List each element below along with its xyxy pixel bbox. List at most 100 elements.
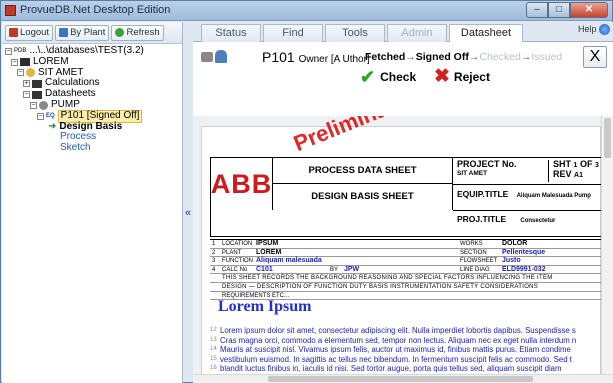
collapse-toggle[interactable]: − [30, 101, 37, 109]
paragraph-line: 15 vestibulum euismod. In sagittis ac tel… [210, 355, 601, 365]
note-line: THIS SHEET RECORDS THE BACKGROUND REASON… [222, 275, 553, 282]
state-signed-off: Signed Off [415, 51, 469, 63]
item-owner: Owner [A Uthor] [298, 54, 370, 65]
tree-node-p101[interactable]: − EQ P101 [Signed Off] [2, 109, 182, 123]
state-issued: Issued [531, 51, 563, 63]
project-number-value: SIT AMET [457, 170, 488, 177]
collapse-toggle[interactable]: − [23, 91, 30, 99]
tab-tools[interactable]: Tools [325, 24, 385, 42]
proj-title-value: Consectetur [520, 218, 556, 224]
collapse-panel-icon[interactable]: « [185, 207, 191, 219]
tree-root[interactable]: − PDB ...\..\databases\TEST(3.2) [2, 45, 182, 57]
collapse-toggle[interactable]: − [37, 112, 44, 120]
tree-node-process[interactable]: Process [2, 132, 182, 143]
tree-node-lorem[interactable]: − LOREM [2, 55, 182, 68]
expand-toggle[interactable]: + [23, 80, 30, 88]
collapse-toggle[interactable]: − [11, 58, 18, 66]
tab-find[interactable]: Find [263, 24, 323, 42]
navigation-panel: Logout By Plant Refresh − PDB ...\..\dat… [2, 22, 183, 383]
of-value: 3 [594, 162, 599, 169]
state-checked: Checked [479, 51, 521, 63]
check-button[interactable]: ✔ Check [360, 68, 416, 86]
tree-node-sketch[interactable]: Sketch [2, 142, 182, 154]
content-panel: Status Find Tools Admin Datasheet Help P… [193, 22, 613, 383]
tab-datasheet[interactable]: Datasheet [449, 24, 523, 43]
owner-icon[interactable] [215, 50, 227, 63]
site-icon [20, 58, 30, 67]
row-number: 1 [212, 241, 216, 247]
folder-icon [32, 90, 42, 99]
scroll-thumb[interactable] [604, 118, 611, 158]
help-icon [599, 24, 610, 36]
line-number: 15 [210, 355, 217, 362]
line-text: vestibulum euismod. In sagittis ac tellu… [220, 354, 572, 364]
field-value: DOLOR [502, 240, 528, 247]
close-window-button[interactable]: ✕ [570, 2, 608, 18]
tree-label: LOREM [33, 55, 69, 67]
field-label: BY [330, 266, 339, 273]
by-plant-button[interactable]: By Plant [55, 24, 110, 41]
scroll-thumb[interactable] [268, 376, 533, 382]
abb-logo: ABB [211, 158, 273, 210]
tree-label: Sketch [60, 142, 91, 154]
minimize-button[interactable]: – [526, 2, 548, 18]
field-label: LOCATION [222, 241, 253, 247]
help-label: Help [577, 24, 597, 34]
table-row: 4 CALC No C101 BY JPW LINE DIAG ELD9991-… [210, 266, 601, 275]
field-value: IPSUM [256, 240, 279, 247]
horizontal-scrollbar[interactable] [193, 374, 613, 383]
refresh-icon [115, 28, 125, 37]
of-label: OF [579, 159, 593, 169]
row-number: 3 [212, 258, 216, 265]
table-row: 1 LOCATION IPSUM WORKS DOLOR [210, 240, 601, 249]
line-text: blandit luctus finibus in, iaculis id ni… [220, 364, 562, 374]
field-value: C101 [256, 265, 273, 273]
field-value: ELD9991-032 [502, 265, 546, 273]
section-heading: Lorem Ipsum [218, 298, 312, 315]
note-line: DESIGN — DESCRIPTION OF FUNCTION DUTY BA… [222, 283, 539, 290]
field-value: Aliquam malesuada [256, 257, 322, 265]
item-title: P101 Owner [A Uthor] [262, 49, 370, 65]
field-label: FUNCTION [222, 258, 253, 265]
logout-button[interactable]: Logout [5, 24, 54, 41]
workflow-status: Fetched→Signed Off→Checked→Issued [365, 51, 562, 63]
help-button[interactable]: Help [577, 24, 610, 36]
field-value: LOREM [256, 248, 282, 256]
field-value: JPW [344, 265, 360, 273]
paragraph-line: 13 Cras magna orci, commodo a elementum s… [210, 336, 601, 346]
line-number: 12 [210, 327, 217, 333]
field-label: PLANT [222, 249, 242, 256]
reject-button[interactable]: ✖ Reject [434, 66, 490, 87]
datasheet-header: P101 Owner [A Uthor] Fetched→Signed Off→… [193, 42, 613, 116]
state-arrow: → [405, 51, 416, 63]
title-bar: ProvueDB.Net Desktop Edition – □ ✕ [1, 1, 612, 21]
note-row: DESIGN — DESCRIPTION OF FUNCTION DUTY BA… [210, 283, 601, 292]
collapse-toggle[interactable]: − [17, 69, 24, 77]
document-viewer[interactable]: ABB PROCESS DATA SHEET DESIGN BASIS SHEE… [193, 116, 601, 374]
collapse-toggle[interactable]: − [5, 47, 12, 55]
field-value: Justo [502, 257, 521, 265]
refresh-button[interactable]: Refresh [111, 24, 164, 41]
tab-status[interactable]: Status [201, 24, 261, 42]
current-arrow-icon: ➜ [48, 120, 57, 132]
reject-icon: ✖ [434, 66, 450, 87]
rev-label: REV [553, 169, 572, 179]
sheet-value: 1 [573, 162, 578, 169]
line-number: 13 [210, 336, 217, 343]
plant-icon [26, 68, 35, 78]
database-tag: PDB [14, 48, 27, 54]
project-number-cell: PROJECT No. SIT AMET [457, 160, 549, 182]
left-toolbar: Logout By Plant Refresh [2, 22, 182, 44]
field-label: FLOWSHEET [460, 258, 498, 265]
body-paragraph: 12 Lorem ipsum dolor sit amet, consectetu… [210, 326, 601, 374]
tree-node-datasheets[interactable]: − Datasheets [2, 88, 182, 100]
refresh-label: Refresh [126, 27, 160, 38]
close-datasheet-button[interactable]: X [583, 46, 607, 68]
datasheet-page: ABB PROCESS DATA SHEET DESIGN BASIS SHEE… [201, 116, 601, 374]
print-icon[interactable] [201, 52, 213, 62]
row-number: 2 [212, 249, 216, 256]
row-number: 4 [212, 266, 216, 273]
vertical-scrollbar[interactable] [601, 116, 613, 374]
maximize-button[interactable]: □ [548, 2, 570, 18]
window-title: ProvueDB.Net Desktop Edition [20, 4, 171, 16]
